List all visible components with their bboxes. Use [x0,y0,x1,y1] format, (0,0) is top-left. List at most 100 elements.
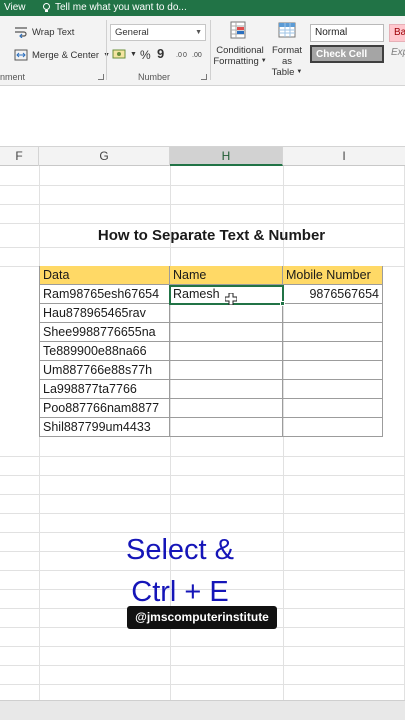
gridline [283,166,284,720]
cell-data[interactable]: Um887766e88s77h [39,361,170,380]
decrease-decimal-button[interactable]: .00 [192,48,206,60]
style-normal[interactable]: Normal [310,24,384,42]
wrap-text-button[interactable]: Wrap Text [14,26,74,38]
gridline [39,166,40,720]
gridline [0,247,405,248]
cell-data[interactable]: Te889900e88na66 [39,342,170,361]
merge-center-icon [14,49,28,61]
ribbon-divider [106,20,107,80]
cell-mobile[interactable] [283,399,383,418]
format-as-table-button[interactable]: Format as Table ▼ [266,20,308,78]
cell-mobile[interactable]: 9876567654 [283,285,383,304]
gridline [0,513,405,514]
ribbon: Wrap Text Merge & Center ▼ nment General… [0,16,405,86]
increase-decimal-button[interactable]: .0 0 [176,48,190,60]
group-number-label: Number [138,72,171,82]
chevron-down-icon: ▼ [195,29,202,36]
style-check-cell[interactable]: Check Cell [310,45,384,63]
svg-text:.00: .00 [192,52,202,59]
tab-view[interactable]: View [4,2,26,13]
ribbon-divider [210,20,211,80]
percent-style-button[interactable]: % [140,48,151,62]
gridline [0,185,405,186]
cell-mobile[interactable] [283,342,383,361]
wrap-text-label: Wrap Text [32,26,75,38]
cell-cursor-icon [225,293,237,305]
conditional-formatting-icon [230,21,246,39]
column-header-i[interactable]: I [283,147,405,166]
cell-mobile[interactable] [283,323,383,342]
alignment-launcher-icon[interactable] [98,74,104,80]
gridline [170,166,171,720]
merge-center-label: Merge & Center [32,49,100,61]
style-explanatory[interactable]: Exp [391,47,405,58]
cell-data[interactable]: Ram98765esh67654 [39,285,170,304]
gridline [0,494,405,495]
cell-data[interactable]: Poo887766nam8877 [39,399,170,418]
cell-name[interactable] [170,380,283,399]
fill-handle[interactable] [280,301,285,306]
format-as-table-icon [278,22,296,38]
cell-data[interactable]: La998877ta7766 [39,380,170,399]
gridline [0,204,405,205]
header-data[interactable]: Data [39,266,170,285]
header-mobile-number[interactable]: Mobile Number [283,266,383,285]
overlay-caption-line2: Ctrl + E [131,576,229,608]
cell-data[interactable]: Hau878965465rav [39,304,170,323]
cell-name[interactable] [170,399,283,418]
increase-decimal-icon: .0 0 [176,52,187,59]
merge-center-button[interactable]: Merge & Center ▼ [14,49,110,61]
format-as-table-label: Format as [271,45,303,67]
chevron-down-icon: ▼ [296,69,303,75]
column-header-g[interactable]: G [39,147,170,166]
group-alignment-label: nment [0,72,26,82]
cell-mobile[interactable] [283,304,383,323]
comma-style-button[interactable]: 9 [157,46,164,61]
worksheet-grid[interactable]: How to Separate Text & Number Data Name … [0,166,405,720]
gridline [0,570,405,571]
chevron-down-icon: ▼ [130,50,137,58]
conditional-formatting-label: Conditional [216,45,264,56]
lightbulb-icon [43,2,50,12]
wrap-text-icon [15,27,27,38]
cell-data[interactable]: Shil887799um4433 [39,418,170,437]
decrease-decimal-icon: .00 [192,52,202,59]
svg-text:.0: .0 [176,52,182,59]
watermark-badge: @jmscomputerinstitute [127,606,277,629]
column-headers: F G H I [0,147,405,166]
gridline [0,456,405,457]
cell-mobile[interactable] [283,418,383,437]
accounting-format-button[interactable]: ▼ [112,48,137,60]
gridline [0,665,405,666]
status-bar [0,700,405,720]
number-format-dropdown[interactable]: General ▼ [110,24,206,41]
tell-me-search[interactable]: Tell me what you want to do... [42,2,187,13]
header-name[interactable]: Name [170,266,283,285]
cell-name[interactable] [170,418,283,437]
cell-mobile[interactable] [283,361,383,380]
formula-area [0,86,405,147]
column-header-h[interactable]: H [170,147,283,166]
cell-data[interactable]: Shee9988776655na [39,323,170,342]
svg-text:0: 0 [183,52,187,59]
gridline [0,684,405,685]
gridline [0,223,405,224]
conditional-formatting-button[interactable]: Conditional Formatting ▼ [213,20,267,67]
cell-name[interactable] [170,323,283,342]
style-bad[interactable]: Bad [389,24,405,42]
currency-icon [112,49,126,59]
title-bar: View Tell me what you want to do... [0,0,405,16]
sheet-title[interactable]: How to Separate Text & Number [40,226,383,246]
overlay-caption-line1: Select & [126,534,234,566]
cell-name[interactable] [170,304,283,323]
column-header-f[interactable]: F [0,147,39,166]
format-as-table-label-2: Table [271,67,295,78]
cell-mobile[interactable] [283,380,383,399]
cell-name[interactable] [170,361,283,380]
number-format-value: General [115,27,149,38]
tell-me-label: Tell me what you want to do... [55,2,187,13]
cell-name[interactable] [170,342,283,361]
gridline [0,646,405,647]
number-launcher-icon[interactable] [201,74,207,80]
conditional-formatting-label-2: Formatting [213,56,259,67]
